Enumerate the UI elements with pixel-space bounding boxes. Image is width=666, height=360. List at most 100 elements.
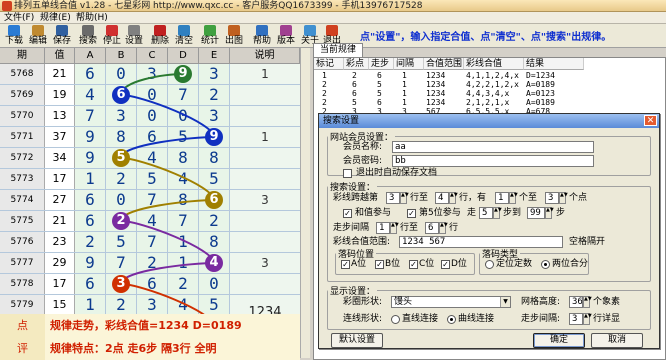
pos-a-checkbox[interactable]: ✓	[341, 260, 350, 269]
rules-cell: 2	[322, 98, 327, 107]
toolbar-button-9[interactable]: 出图	[222, 25, 246, 47]
walk-unit: 步	[556, 208, 566, 218]
toolbar-button-11[interactable]: 版本	[274, 25, 298, 47]
autosave-checkbox[interactable]	[343, 169, 352, 178]
height-input[interactable]: 36	[569, 296, 583, 308]
stop-icon	[106, 25, 118, 36]
stats-icon	[204, 25, 216, 36]
cancel-button[interactable]: 取消	[591, 333, 643, 348]
span-pts-from-spinner[interactable]: ▲▼	[509, 192, 518, 204]
line-curve-radio[interactable]	[447, 315, 456, 324]
chevron-down-icon[interactable]: ▼	[500, 297, 510, 307]
walk-to-label: 步到	[503, 208, 522, 218]
rules-cell: D=1234	[526, 71, 555, 80]
toolbar-label: 出图	[224, 36, 243, 46]
trend-segment	[120, 220, 215, 264]
rules-column-header[interactable]: 结果	[524, 58, 584, 70]
walk-from-spinner[interactable]: ▲▼	[493, 207, 502, 219]
span-to-spinner[interactable]: ▲▼	[449, 192, 458, 204]
rules-column-header[interactable]: 间隔	[394, 58, 424, 70]
span-pts-from-input[interactable]: 1	[495, 192, 509, 204]
rules-cell: 1	[402, 80, 407, 89]
gap-from-input[interactable]: 1	[376, 222, 390, 234]
menu-rules[interactable]: 规律(E)	[40, 12, 71, 24]
step-input[interactable]: 3	[569, 313, 583, 325]
sum-label: 和值参与	[355, 208, 392, 218]
rules-column-header[interactable]: 彩点	[344, 58, 369, 70]
toolbar-button-0[interactable]: 下载	[2, 25, 26, 47]
trend-segment	[120, 157, 215, 201]
autosave-label: 退出时自动保存文档	[356, 168, 438, 178]
type-pair-radio[interactable]	[541, 260, 550, 269]
rules-cell: 6	[352, 80, 357, 89]
default-settings-button[interactable]: 默认设置	[331, 333, 383, 348]
toolbar-button-8[interactable]: 统计	[198, 25, 222, 47]
rules-cell: 1	[402, 71, 407, 80]
span-pts-unit: 个点	[569, 193, 588, 203]
height-spinner[interactable]: ▲▼	[583, 296, 592, 308]
span-pts-to-spinner[interactable]: ▲▼	[559, 192, 568, 204]
rules-cell: 5	[377, 80, 382, 89]
pos-b-label: B位	[385, 259, 401, 269]
rules-column-header[interactable]: 走步	[369, 58, 394, 70]
note-line-1: 规律走势，彩线合值=1234 D=0189	[50, 319, 242, 332]
span-label: 彩线跨越第	[333, 193, 379, 203]
rules-column-header[interactable]: 标记	[314, 58, 344, 70]
rules-cell: A=0189	[526, 98, 555, 107]
toolbar-button-5[interactable]: 设置	[122, 25, 146, 47]
pos-c-checkbox[interactable]: ✓	[409, 260, 418, 269]
pos-b-checkbox[interactable]: ✓	[375, 260, 384, 269]
rules-column-header[interactable]: 合值范围	[424, 58, 464, 70]
span-from-spinner[interactable]: ▲▼	[400, 192, 409, 204]
span-from-input[interactable]: 3	[386, 192, 400, 204]
span-to-input[interactable]: 4	[435, 192, 449, 204]
close-icon[interactable]: ✕	[644, 115, 657, 126]
toolbar-button-1[interactable]: 编辑	[26, 25, 50, 47]
gap-from-spinner[interactable]: ▲▼	[390, 222, 399, 234]
line-straight-radio[interactable]	[391, 315, 400, 324]
rules-cell: 6	[377, 71, 382, 80]
exit-icon	[326, 25, 338, 36]
span-pts-to-input[interactable]: 3	[545, 192, 559, 204]
toolbar-button-2[interactable]: 保存	[50, 25, 74, 47]
gap-to-input[interactable]: 6	[425, 222, 439, 234]
sum-checkbox[interactable]: ✓	[343, 209, 352, 218]
dialog-title: 搜索设置	[319, 114, 659, 128]
menu-file[interactable]: 文件(F)	[4, 12, 34, 24]
toolbar-label: 停止	[102, 36, 121, 46]
trend-segment	[120, 136, 215, 159]
gap-unit: 行	[449, 223, 459, 233]
type-fixed-radio[interactable]	[485, 260, 494, 269]
toolbar-button-10[interactable]: 帮助	[250, 25, 274, 47]
ok-button[interactable]: 确定	[533, 333, 585, 348]
rules-cell: 2	[322, 89, 327, 98]
rules-cell: 2	[352, 71, 357, 80]
step-label: 走步间隔:	[521, 314, 561, 324]
member-name-input[interactable]: aa	[392, 141, 594, 153]
toolbar-button-7[interactable]: 清空	[172, 25, 196, 47]
walk-from-input[interactable]: 5	[479, 207, 493, 219]
menu-help[interactable]: 帮助(H)	[76, 12, 108, 24]
toolbar-button-3[interactable]: 搜索	[76, 25, 100, 47]
toolbar-button-4[interactable]: 停止	[100, 25, 124, 47]
tab-current-rules[interactable]: 当前规律	[313, 43, 363, 57]
toolbar-label: 下载	[4, 36, 23, 46]
member-pwd-input[interactable]: bb	[392, 155, 594, 167]
toolbar-label: 统计	[200, 36, 219, 46]
toolbar-button-6[interactable]: 删除	[148, 25, 172, 47]
toolbar-label: 设置	[124, 36, 143, 46]
member-name-label: 会员名称:	[343, 142, 383, 152]
gap-to-spinner[interactable]: ▲▼	[439, 222, 448, 234]
fifth-checkbox[interactable]: ✓	[407, 209, 416, 218]
step-spinner[interactable]: ▲▼	[583, 313, 592, 325]
walk-to-input[interactable]: 99	[527, 207, 545, 219]
pos-d-checkbox[interactable]: ✓	[441, 260, 450, 269]
search-settings-dialog: 搜索设置 ✕ 网站会员设置： 会员名称: aa 会员密码: bb 退出时自动保存…	[318, 113, 660, 349]
span-row-label: 行至	[410, 193, 429, 203]
toolbar-label: 保存	[52, 36, 71, 46]
walk-to-spinner[interactable]: ▲▼	[545, 207, 554, 219]
walk-label: 走	[467, 208, 477, 218]
rules-column-header[interactable]: 彩线合值	[464, 58, 524, 70]
shape-select[interactable]: 馒头 ▼	[391, 296, 511, 308]
grid-scrollbar[interactable]	[300, 48, 310, 358]
